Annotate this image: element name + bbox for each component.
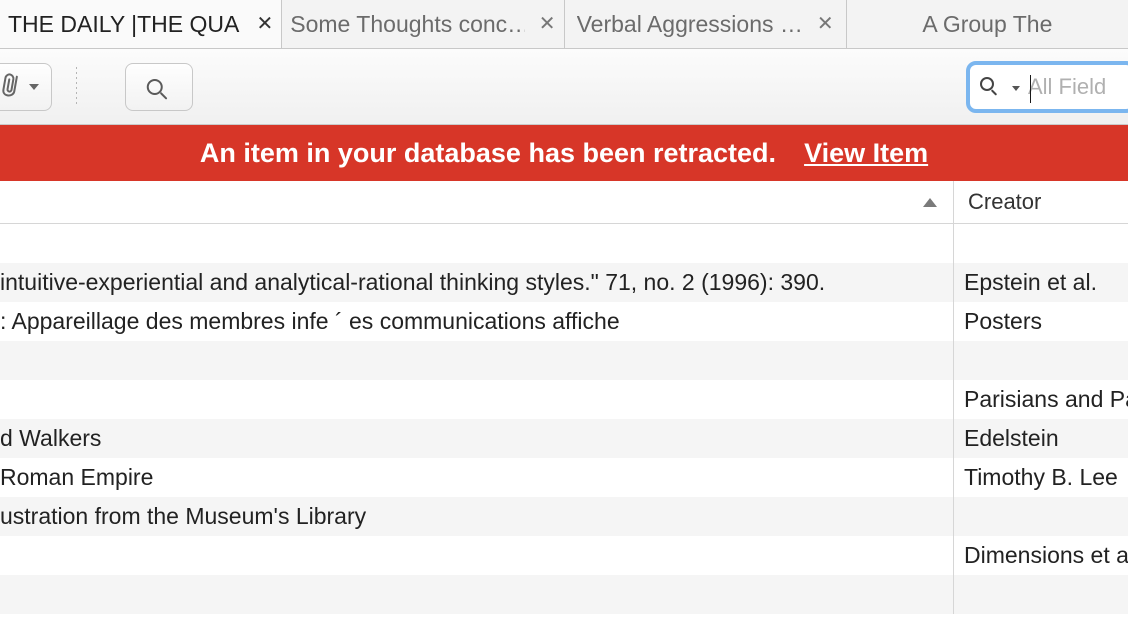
column-headers: Creator [0, 181, 1128, 224]
column-label: Creator [968, 189, 1041, 215]
table-row[interactable] [0, 341, 1128, 380]
tab-label: Some Thoughts conc… [290, 11, 524, 38]
table-row[interactable]: d Walkers Edelstein [0, 419, 1128, 458]
cell-title [0, 341, 954, 380]
table-row[interactable] [0, 224, 1128, 263]
cell-creator: Edelstein [954, 419, 1128, 458]
retraction-banner: An item in your database has been retrac… [0, 125, 1128, 181]
search-field[interactable] [966, 61, 1128, 113]
close-icon[interactable]: ✕ [539, 14, 556, 34]
toolbar [0, 49, 1128, 125]
table-row[interactable]: ustration from the Museum's Library [0, 497, 1128, 536]
cell-creator: Dimensions et a [954, 536, 1128, 575]
sort-asc-icon [923, 198, 937, 207]
view-item-link[interactable]: View Item [804, 138, 928, 169]
table-row[interactable]: : Appareillage des membres infe ´ es com… [0, 302, 1128, 341]
chevron-down-icon[interactable] [1012, 86, 1020, 91]
cell-title: Roman Empire [0, 458, 954, 497]
cell-title: intuitive-experiential and analytical-ra… [0, 263, 954, 302]
text-cursor [1030, 75, 1031, 103]
attach-dropdown-button[interactable] [0, 63, 52, 111]
lookup-button[interactable] [125, 63, 193, 111]
cell-title [0, 575, 954, 614]
cell-title [0, 536, 954, 575]
table-row[interactable] [0, 575, 1128, 614]
table-row[interactable]: Roman Empire Timothy B. Lee [0, 458, 1128, 497]
cell-title [0, 224, 954, 263]
item-list: intuitive-experiential and analytical-ra… [0, 224, 1128, 614]
tab-1[interactable]: Some Thoughts conc… ✕ [282, 0, 564, 48]
column-header-creator[interactable]: Creator [954, 181, 1128, 223]
chevron-down-icon [29, 84, 39, 90]
close-icon[interactable]: ✕ [256, 14, 273, 34]
cell-creator [954, 575, 1128, 614]
paperclip-icon [1, 72, 23, 102]
close-icon[interactable]: ✕ [817, 14, 834, 34]
tab-label: A Group The [922, 11, 1052, 38]
tab-bar: THE DAILY |THE QUA… ✕ Some Thoughts conc… [0, 0, 1128, 49]
banner-message: An item in your database has been retrac… [200, 138, 776, 169]
table-row[interactable]: intuitive-experiential and analytical-ra… [0, 263, 1128, 302]
table-row[interactable]: Parisians and Pa [0, 380, 1128, 419]
tab-3[interactable]: A Group The [847, 0, 1128, 48]
tab-label: Verbal Aggressions … [577, 11, 803, 38]
table-row[interactable]: Dimensions et a [0, 536, 1128, 575]
search-icon [980, 77, 1006, 97]
cell-creator: Timothy B. Lee [954, 458, 1128, 497]
cell-creator: Epstein et al. [954, 263, 1128, 302]
column-header-title[interactable] [0, 181, 954, 223]
cell-title: ustration from the Museum's Library [0, 497, 954, 536]
cell-creator: Posters [954, 302, 1128, 341]
cell-creator [954, 341, 1128, 380]
tab-0[interactable]: THE DAILY |THE QUA… ✕ [0, 0, 282, 48]
cell-creator [954, 497, 1128, 536]
cell-title: : Appareillage des membres infe ´ es com… [0, 302, 954, 341]
tab-2[interactable]: Verbal Aggressions … ✕ [565, 0, 847, 48]
cell-creator: Parisians and Pa [954, 380, 1128, 419]
toolbar-separator [76, 67, 77, 107]
cell-creator [954, 224, 1128, 263]
magnifier-icon [143, 71, 174, 102]
tab-label: THE DAILY |THE QUA… [8, 11, 242, 38]
cell-title: d Walkers [0, 419, 954, 458]
search-input[interactable] [1026, 73, 1126, 101]
cell-title [0, 380, 954, 419]
